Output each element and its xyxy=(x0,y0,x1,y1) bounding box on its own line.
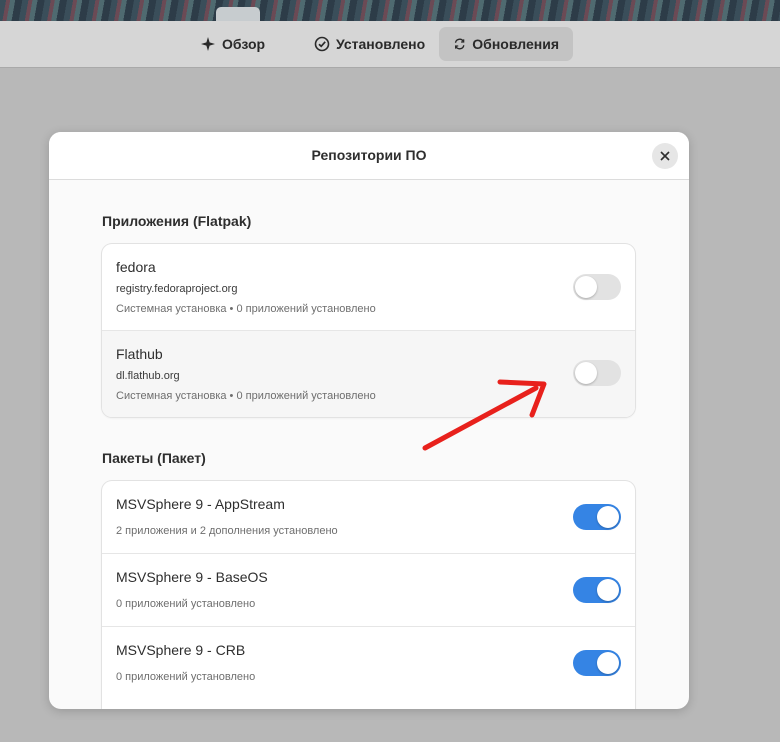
check-circle-icon xyxy=(314,36,330,52)
repo-toggle-fedora[interactable] xyxy=(573,274,621,300)
repo-url: dl.flathub.org xyxy=(116,370,180,382)
repo-toggle-crb[interactable] xyxy=(573,650,621,676)
software-repositories-dialog: Репозитории ПО Приложения (Flatpak) fedo… xyxy=(49,132,689,709)
flatpak-section-title: Приложения (Flatpak) xyxy=(102,213,252,229)
header-bar: Обзор Установлено Обновления xyxy=(0,21,780,68)
packages-section-title: Пакеты (Пакет) xyxy=(102,450,206,466)
close-button[interactable] xyxy=(652,143,678,169)
repo-row-baseos: MSVSphere 9 - BaseOS 0 приложений устано… xyxy=(102,554,635,627)
repo-info: Системная установка • 0 приложений устан… xyxy=(116,303,376,315)
repo-toggle-baseos[interactable] xyxy=(573,577,621,603)
tab-updates-label: Обновления xyxy=(472,36,559,52)
desktop-wallpaper xyxy=(0,0,780,21)
flatpak-repo-list: fedora registry.fedoraproject.org Систем… xyxy=(102,244,635,417)
tab-explore-label: Обзор xyxy=(222,36,266,52)
repo-info: Системная установка • 0 приложений устан… xyxy=(116,390,376,402)
refresh-icon xyxy=(454,38,465,50)
toggle-knob xyxy=(597,579,619,601)
repo-toggle-appstream[interactable] xyxy=(573,504,621,530)
repo-row-crb: MSVSphere 9 - CRB 0 приложений установле… xyxy=(102,627,635,700)
explore-icon xyxy=(201,37,215,51)
tab-explore[interactable]: Обзор xyxy=(186,27,279,61)
repo-name: MSVSphere 9 - CRB xyxy=(116,642,246,658)
toggle-knob xyxy=(575,362,597,384)
tab-installed[interactable]: Установлено xyxy=(300,27,439,61)
package-repo-list: MSVSphere 9 - AppStream 2 приложения и 2… xyxy=(102,481,635,709)
repo-name: MSVSphere 9 - AppStream xyxy=(116,496,285,512)
tab-installed-label: Установлено xyxy=(336,36,426,52)
toggle-knob xyxy=(597,506,619,528)
repo-name: MSVSphere 9 - BaseOS xyxy=(116,569,268,585)
repo-name: Flathub xyxy=(116,346,163,362)
repo-row-fedora: fedora registry.fedoraproject.org Систем… xyxy=(102,244,635,331)
toggle-knob xyxy=(575,276,597,298)
repo-info: 0 приложений установлено xyxy=(116,671,256,683)
repo-name: fedora xyxy=(116,259,156,275)
dialog-title: Репозитории ПО xyxy=(311,147,427,163)
repo-row-flathub: Flathub dl.flathub.org Системная установ… xyxy=(102,331,635,417)
tab-updates[interactable]: Обновления xyxy=(439,27,573,61)
repo-toggle-flathub[interactable] xyxy=(573,360,621,386)
repo-info: 2 приложения и 2 дополнения установлено xyxy=(116,525,338,537)
toggle-knob xyxy=(597,652,619,674)
repo-info: 0 приложений установлено xyxy=(116,598,256,610)
close-icon xyxy=(660,151,670,161)
repo-url: registry.fedoraproject.org xyxy=(116,283,238,295)
dialog-header: Репозитории ПО xyxy=(49,132,689,180)
repo-row-appstream: MSVSphere 9 - AppStream 2 приложения и 2… xyxy=(102,481,635,554)
